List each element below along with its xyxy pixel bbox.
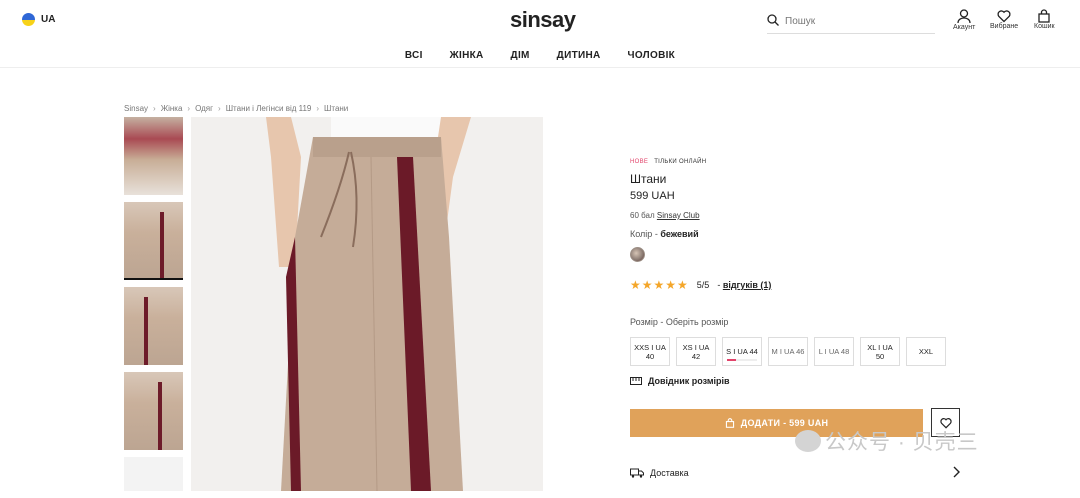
heart-icon	[997, 10, 1011, 23]
thumbnail-image[interactable]	[124, 372, 183, 450]
wishlist-button[interactable]: Вибране	[990, 9, 1018, 30]
club-link[interactable]: Sinsay Club	[657, 211, 700, 220]
ukraine-flag-icon	[22, 13, 35, 26]
club-points-value: 60 бал	[630, 211, 655, 220]
thumbnail-image[interactable]	[124, 457, 183, 491]
size-option[interactable]: XXL	[906, 337, 946, 366]
size-label: Розмір - Оберіть розмір	[630, 317, 729, 327]
product-title: Штани	[630, 172, 667, 186]
rating: ★★★★★ 5/5 - відгуків (1)	[630, 278, 772, 292]
watermark-text: 公众号 · 贝壳三	[825, 431, 979, 454]
size-guide-link[interactable]: Довідник розмірів	[630, 376, 960, 386]
nav-item-women[interactable]: ЖІНКА	[450, 50, 484, 61]
wechat-icon	[795, 430, 821, 452]
chevron-right-icon	[952, 466, 960, 480]
main-nav: ВСІ ЖІНКА ДІМ ДИТИНА ЧОЛОВІК	[0, 50, 1080, 61]
ruler-icon	[630, 377, 642, 385]
color-value: бежевий	[660, 229, 699, 239]
header: UA sinsay Акаунт Вибране Кошик ВСІ ЖІНКА…	[0, 0, 1080, 68]
nav-item-men[interactable]: ЧОЛОВІК	[628, 50, 676, 61]
search-input[interactable]	[785, 16, 915, 27]
color-label-text: Колір	[630, 229, 653, 239]
breadcrumb-item[interactable]: Жінка	[161, 104, 183, 113]
cart-button[interactable]: Кошик	[1034, 9, 1055, 30]
thumbnail-image[interactable]	[124, 287, 183, 365]
color-label: Колір - бежевий	[630, 229, 699, 239]
star-rating-icon: ★★★★★	[630, 278, 689, 292]
rating-value: 5/5	[696, 280, 710, 290]
thumbnail-gallery	[124, 117, 184, 498]
low-stock-indicator	[727, 359, 757, 361]
truck-icon	[630, 468, 644, 478]
color-swatch[interactable]	[630, 247, 645, 262]
watermark: 公众号 · 贝壳三	[795, 426, 979, 456]
logo[interactable]: sinsay	[510, 7, 576, 33]
account-button[interactable]: Акаунт	[953, 9, 975, 31]
search-icon	[767, 14, 779, 29]
size-option[interactable]: XL I UA 50	[860, 337, 900, 366]
main-product-image[interactable]	[191, 117, 543, 491]
product-tags: НОВЕ ТІЛЬКИ ОНЛАЙН	[630, 159, 960, 165]
new-badge: НОВЕ	[630, 159, 649, 165]
thumbnail-image[interactable]	[124, 202, 183, 280]
club-points: 60 бал Sinsay Club	[630, 211, 960, 220]
breadcrumb-item[interactable]: Одяг	[195, 104, 213, 113]
account-label: Акаунт	[953, 24, 976, 31]
size-option[interactable]: S I UA 44	[722, 337, 762, 366]
size-option[interactable]: XXS I UA 40	[630, 337, 670, 366]
breadcrumb: Sinsay › Жінка › Одяг › Штани і Легінси від…	[124, 104, 349, 113]
bag-icon	[725, 417, 734, 428]
cart-label: Кошик	[1034, 23, 1055, 30]
search-bar[interactable]	[767, 10, 935, 34]
size-guide-label: Довідник розмірів	[648, 376, 730, 386]
product-price: 599 UAH	[630, 190, 675, 202]
delivery-section[interactable]: Доставка	[630, 466, 960, 480]
size-option[interactable]: M I UA 46	[768, 337, 808, 366]
user-icon	[957, 9, 971, 24]
locale-switcher[interactable]: UA	[22, 13, 55, 26]
size-selector: XXS I UA 40 XS I UA 42 S I UA 44 M I UA 46…	[630, 337, 960, 366]
bag-icon	[1038, 9, 1050, 23]
size-option[interactable]: L I UA 48	[814, 337, 854, 366]
nav-item-kids[interactable]: ДИТИНА	[557, 50, 601, 61]
wishlist-label: Вибране	[990, 23, 1019, 30]
reviews-link[interactable]: відгуків (1)	[723, 280, 772, 290]
thumbnail-image[interactable]	[124, 117, 183, 195]
nav-item-all[interactable]: ВСІ	[405, 50, 423, 61]
breadcrumb-item[interactable]: Sinsay	[124, 104, 148, 113]
breadcrumb-item[interactable]: Штани	[324, 104, 348, 113]
nav-item-home[interactable]: ДІМ	[511, 50, 530, 61]
locale-label: UA	[41, 14, 56, 25]
breadcrumb-item[interactable]: Штани і Легінси від 119	[226, 104, 312, 113]
delivery-label: Доставка	[650, 468, 689, 478]
size-option[interactable]: XS I UA 42	[676, 337, 716, 366]
online-only-badge: ТІЛЬКИ ОНЛАЙН	[654, 159, 707, 165]
